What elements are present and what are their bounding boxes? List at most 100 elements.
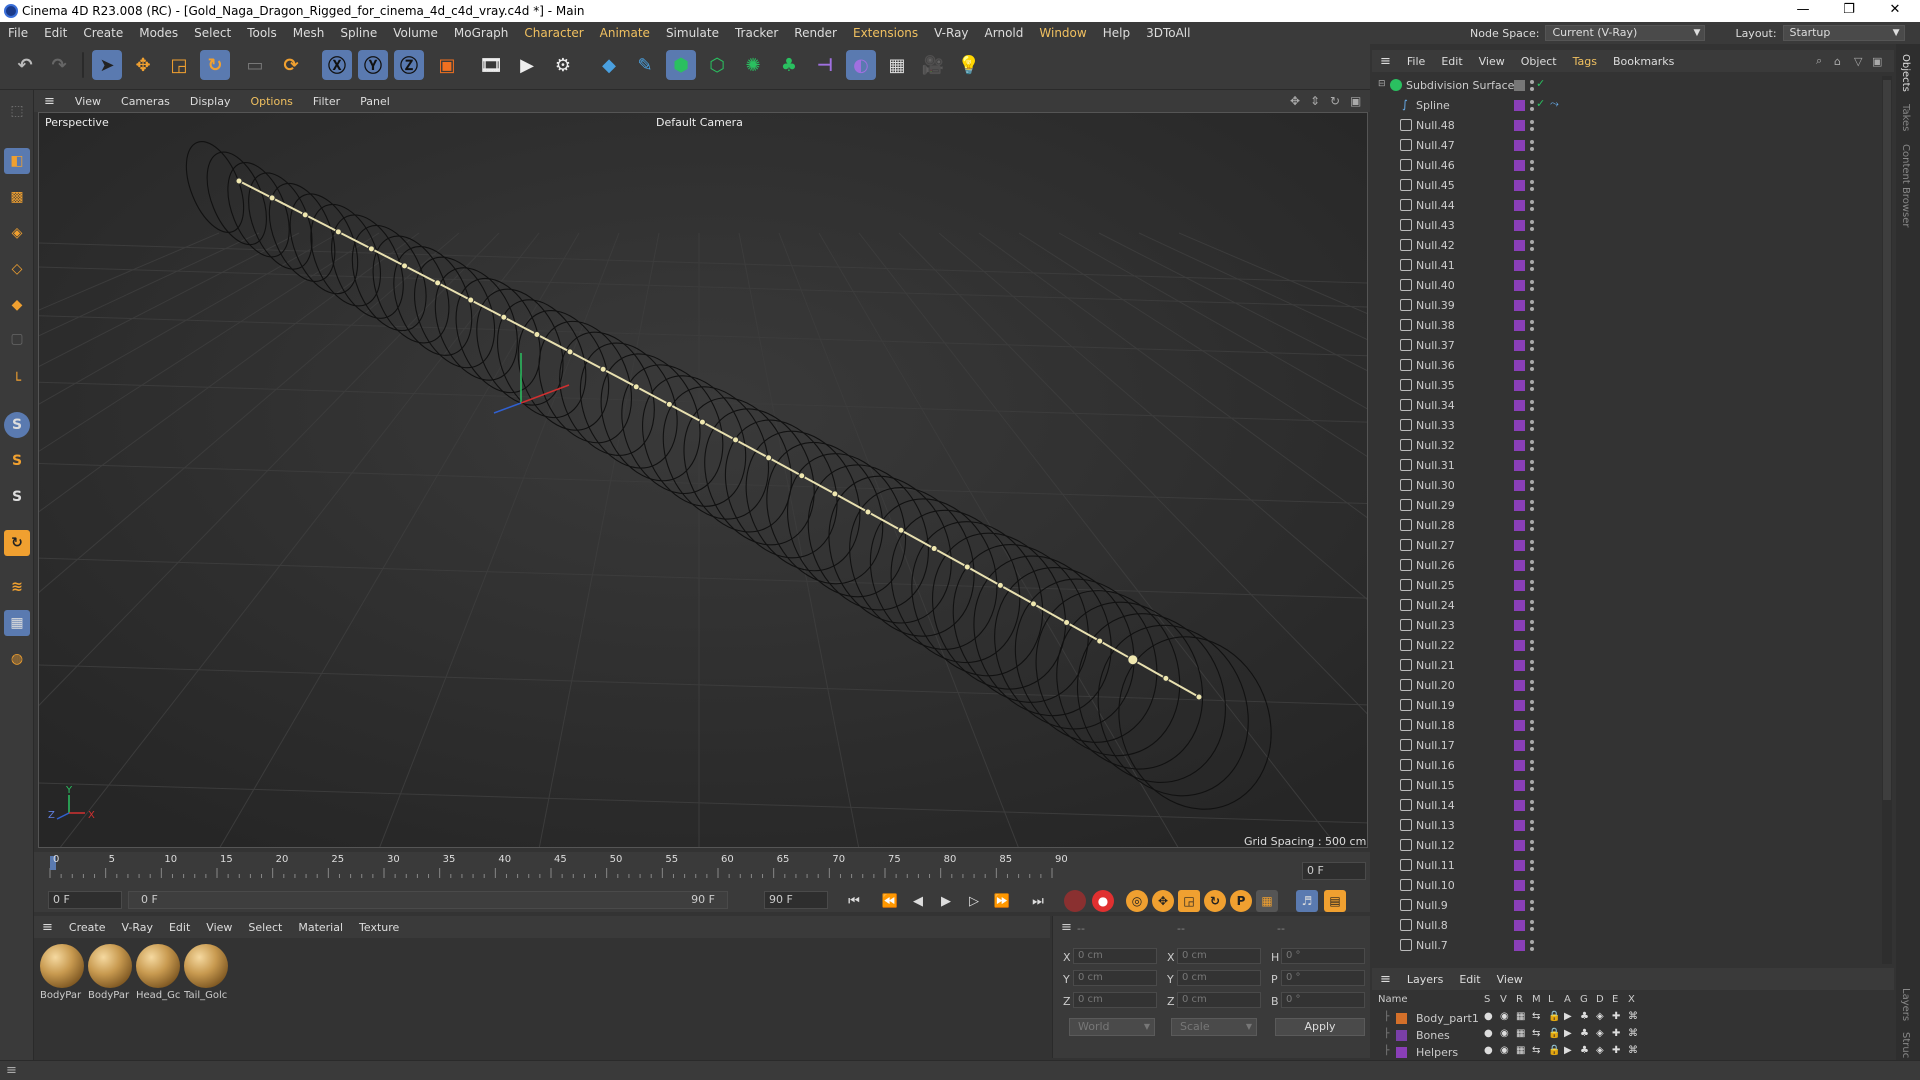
spine-joint[interactable]: [798, 472, 806, 480]
view-eye-icon[interactable]: ◉: [1500, 1011, 1509, 1022]
spine-joint[interactable]: [632, 383, 640, 391]
menu-select[interactable]: Select: [186, 26, 239, 40]
object-row-null[interactable]: Null.23: [1372, 616, 1882, 636]
points-mode-icon[interactable]: ◈: [4, 220, 30, 246]
xref-icon[interactable]: ⌘: [1628, 1045, 1638, 1056]
workplane-icon[interactable]: ↻: [4, 530, 30, 556]
visibility-dot-render[interactable]: [1530, 587, 1534, 591]
layer-color-swatch[interactable]: [1396, 1013, 1407, 1024]
solo-icon[interactable]: ●: [1484, 1028, 1493, 1039]
object-row-null[interactable]: Null.17: [1372, 736, 1882, 756]
scale-tool-icon[interactable]: ◲: [164, 50, 194, 80]
visibility-dot-render[interactable]: [1530, 187, 1534, 191]
visibility-dot-editor[interactable]: [1530, 520, 1534, 524]
rot-p-field[interactable]: 0 °: [1281, 970, 1365, 986]
object-row-null[interactable]: Null.34: [1372, 396, 1882, 416]
visibility-dot-editor[interactable]: [1530, 420, 1534, 424]
menu-spline[interactable]: Spline: [332, 26, 385, 40]
visibility-dot-editor[interactable]: [1530, 440, 1534, 444]
visibility-dot-editor[interactable]: [1530, 200, 1534, 204]
visibility-dot-render[interactable]: [1530, 767, 1534, 771]
visibility-dot-render[interactable]: [1530, 827, 1534, 831]
object-row-null[interactable]: Null.20: [1372, 676, 1882, 696]
light-icon[interactable]: 💡: [954, 50, 984, 80]
layer-row[interactable]: ├ Helpers ● ◉ ▦ ⇆ 🔒 ▶ ♣ ◈ ✚ ⌘: [1378, 1044, 1888, 1061]
visibility-dot-editor[interactable]: [1530, 300, 1534, 304]
object-row-null[interactable]: Null.18: [1372, 716, 1882, 736]
recent-tool-icon[interactable]: ▭: [240, 50, 270, 80]
manager-icon[interactable]: ⇆: [1532, 1045, 1540, 1056]
spine-joint[interactable]: [1127, 654, 1139, 666]
menu-mograph[interactable]: MoGraph: [446, 26, 517, 40]
spine-joint[interactable]: [864, 508, 872, 516]
y-axis-lock-icon[interactable]: Ⓨ: [358, 50, 388, 80]
animation-icon[interactable]: ▶: [1564, 1045, 1572, 1056]
move-tool-icon[interactable]: ✥: [128, 50, 158, 80]
filter-icon[interactable]: ▽: [1854, 55, 1862, 68]
status-menu-icon[interactable]: ≡: [6, 1063, 17, 1078]
material-swatch[interactable]: Head_Gc: [136, 944, 182, 1001]
visibility-dot-editor[interactable]: [1530, 620, 1534, 624]
visibility-dot-editor[interactable]: [1530, 460, 1534, 464]
quantize-icon[interactable]: ▦: [4, 610, 30, 636]
expression-icon[interactable]: ✚: [1612, 1028, 1620, 1039]
object-row-null[interactable]: Null.12: [1372, 836, 1882, 856]
grid-planes-icon[interactable]: ≋: [4, 574, 30, 600]
visibility-dot-editor[interactable]: [1530, 360, 1534, 364]
visibility-dot-editor[interactable]: [1530, 580, 1534, 584]
spine-joint[interactable]: [930, 545, 938, 553]
visibility-dot-editor[interactable]: [1530, 560, 1534, 564]
animation-icon[interactable]: ▶: [1564, 1028, 1572, 1039]
menu-3dtoall[interactable]: 3DToAll: [1138, 26, 1198, 40]
object-menu-object[interactable]: Object: [1513, 55, 1565, 68]
visibility-dot-render[interactable]: [1530, 487, 1534, 491]
tab-structure[interactable]: Struc: [1900, 1032, 1911, 1058]
viewport-menu-view[interactable]: View: [65, 95, 111, 108]
menu-arnold[interactable]: Arnold: [977, 26, 1032, 40]
fracture-icon[interactable]: ♣: [774, 50, 804, 80]
visibility-dot-render[interactable]: [1530, 267, 1534, 271]
object-row-null[interactable]: Null.11: [1372, 856, 1882, 876]
viewport-menu-filter[interactable]: Filter: [303, 95, 350, 108]
rot-h-field[interactable]: 0 °: [1281, 948, 1365, 964]
pos-y-field[interactable]: 0 cm: [1073, 970, 1157, 986]
spine-joint[interactable]: [732, 436, 740, 444]
cube-object-icon[interactable]: ◆: [594, 50, 624, 80]
subdivision-surface-icon[interactable]: ⬢: [666, 50, 696, 80]
spine-joint[interactable]: [1162, 674, 1170, 682]
spine-joint[interactable]: [765, 454, 773, 462]
object-row-null[interactable]: Null.24: [1372, 596, 1882, 616]
spine-joint[interactable]: [268, 194, 276, 202]
viewport-menu-panel[interactable]: Panel: [350, 95, 400, 108]
menu-animate[interactable]: Animate: [592, 26, 658, 40]
visibility-dot-editor[interactable]: [1530, 820, 1534, 824]
object-row-null[interactable]: Null.41: [1372, 256, 1882, 276]
visibility-dot-editor[interactable]: [1530, 740, 1534, 744]
visibility-dot-editor[interactable]: [1530, 920, 1534, 924]
extrude-icon[interactable]: ⬡: [702, 50, 732, 80]
object-row-null[interactable]: Null.26: [1372, 556, 1882, 576]
layer-row[interactable]: ├ Bones ● ◉ ▦ ⇆ 🔒 ▶ ♣ ◈ ✚ ⌘: [1378, 1027, 1888, 1044]
spine-joint[interactable]: [1195, 693, 1203, 701]
z-axis-lock-icon[interactable]: Ⓩ: [394, 50, 424, 80]
object-row-null[interactable]: Null.42: [1372, 236, 1882, 256]
spine-joint[interactable]: [996, 581, 1004, 589]
object-row-null[interactable]: Null.25: [1372, 576, 1882, 596]
visibility-dot-editor[interactable]: [1530, 600, 1534, 604]
spine-joint[interactable]: [301, 211, 309, 219]
visibility-dot-editor[interactable]: [1530, 880, 1534, 884]
menu-simulate[interactable]: Simulate: [658, 26, 727, 40]
render-picture-viewer-icon[interactable]: ▶: [512, 50, 542, 80]
material-menu-select[interactable]: Select: [240, 921, 290, 934]
coord-space-dropdown[interactable]: World ▼: [1069, 1018, 1155, 1036]
material-menu-view[interactable]: View: [198, 921, 240, 934]
object-row-null[interactable]: Null.9: [1372, 896, 1882, 916]
object-row-null[interactable]: Null.14: [1372, 796, 1882, 816]
new-window-icon[interactable]: ▣: [1872, 55, 1882, 68]
spine-joint[interactable]: [1029, 600, 1037, 608]
pos-z-field[interactable]: 0 cm: [1073, 992, 1157, 1008]
visibility-dot-editor[interactable]: [1530, 400, 1534, 404]
visibility-dot-render[interactable]: [1530, 527, 1534, 531]
end-frame-field[interactable]: 90 F: [764, 891, 828, 909]
coordinate-system-icon[interactable]: ▣: [432, 50, 462, 80]
